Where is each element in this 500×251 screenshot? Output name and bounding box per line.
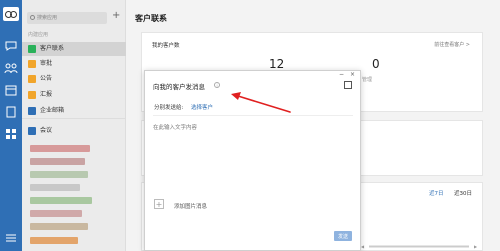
annotation-arrow [231, 92, 291, 113]
